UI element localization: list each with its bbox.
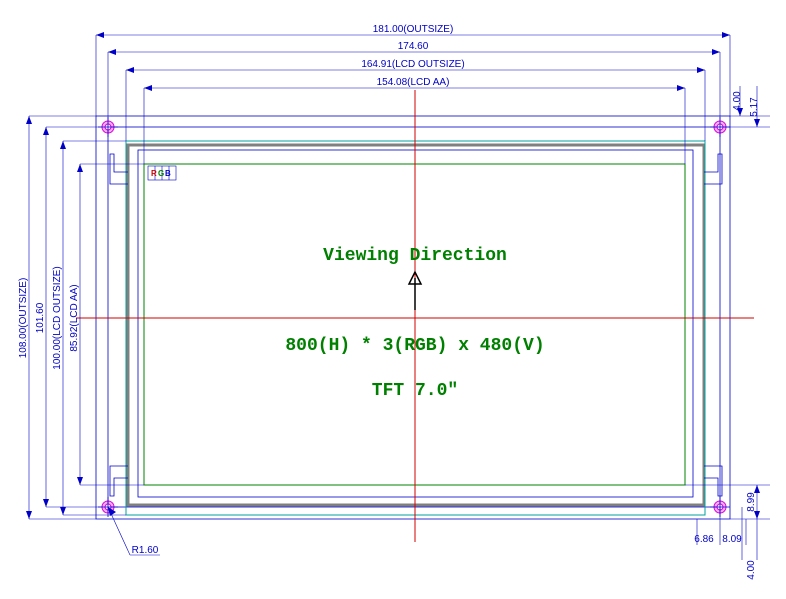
top-dims: 181.00(OUTSIZE) 174.60 164.91(LCD OUTSIZ… xyxy=(96,24,730,164)
rect-17460 xyxy=(108,127,720,507)
dim-right2: 5.17 xyxy=(749,97,760,117)
outer-bezel xyxy=(128,145,704,505)
mechanical-drawing: R G B 181.00(OUTSIZE) xyxy=(0,0,786,599)
viewing-direction-label: Viewing Direction xyxy=(323,246,507,266)
tft-size-label: TFT 7.0" xyxy=(372,381,458,401)
resolution-label: 800(H) * 3(RGB) x 480(V) xyxy=(285,336,544,356)
right-dims-top: 4.00 5.17 xyxy=(720,86,770,127)
dim-left4: 85.92(LCD AA) xyxy=(69,284,80,351)
mounting-holes xyxy=(98,117,730,517)
rgb-g: G xyxy=(158,169,164,178)
dim-right1: 4.00 xyxy=(732,91,743,111)
dim-top3: 164.91(LCD OUTSIZE) xyxy=(361,59,464,70)
dim-top4: 154.08(LCD AA) xyxy=(377,77,450,88)
dim-top1: 181.00(OUTSIZE) xyxy=(373,24,454,35)
dim-top2: 174.60 xyxy=(398,41,429,52)
right-dims-bottom: 8.99 6.86 8.09 4.00 xyxy=(685,485,770,580)
dim-radius: R1.60 xyxy=(132,545,159,556)
dim-left2: 101.60 xyxy=(35,302,46,333)
rgb-detail: R G B xyxy=(148,166,176,180)
dim-right5: 8.09 xyxy=(722,534,742,545)
dim-left3: 100.00(LCD OUTSIZE) xyxy=(52,266,63,369)
lugs xyxy=(110,154,722,496)
radius-callout: R1.60 xyxy=(108,507,160,556)
rgb-b: B xyxy=(165,169,171,178)
dim-right6: 4.00 xyxy=(746,560,757,580)
dim-left1: 108.00(OUTSIZE) xyxy=(18,278,29,359)
rgb-r: R xyxy=(151,169,157,178)
dim-right3: 8.99 xyxy=(746,492,757,512)
